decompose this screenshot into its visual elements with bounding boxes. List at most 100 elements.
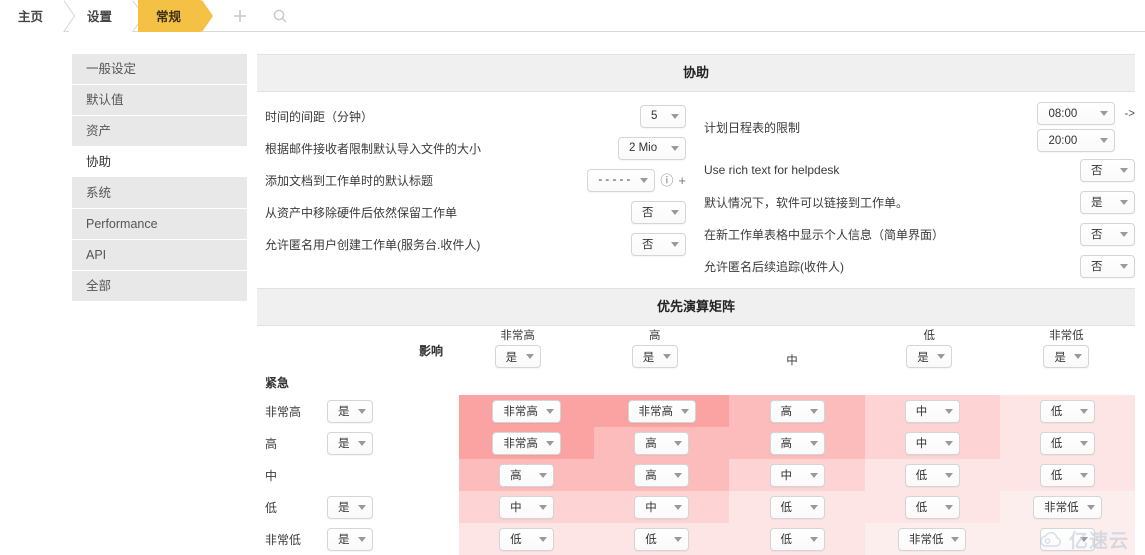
priority-matrix: 影响 非常高是高是中低是非常低是 紧急 非常高是非常高 非常高高中低高是非常高高高中… xyxy=(257,326,1136,555)
setting-label: 时间的间距（分钟） xyxy=(265,109,374,124)
matrix-row-enable-select[interactable]: 是 xyxy=(327,399,373,423)
matrix-row-enable-select[interactable]: 是 xyxy=(327,431,373,455)
matrix-priority-select[interactable]: 高 xyxy=(769,431,825,455)
matrix-priority-select-value: 低 xyxy=(915,502,928,514)
time-end-select[interactable]: 20:00 xyxy=(1037,129,1116,152)
search-icon[interactable] xyxy=(271,7,289,25)
matrix-priority-select[interactable]: 高 xyxy=(499,463,555,487)
setting-select[interactable]: 2 Mio xyxy=(618,136,686,160)
matrix-priority-select[interactable]: 非常低 xyxy=(1033,495,1102,519)
setting-select-value: 否 xyxy=(1091,165,1103,177)
matrix-priority-select[interactable]: 低 xyxy=(769,495,825,519)
matrix-cell-5-5 xyxy=(999,523,1136,555)
matrix-priority-select[interactable] xyxy=(1039,527,1095,551)
matrix-priority-select-value: 中 xyxy=(915,406,928,418)
plus-icon[interactable] xyxy=(231,7,249,25)
chevron-down-icon xyxy=(944,440,953,446)
matrix-priority-select[interactable]: 非常高 xyxy=(627,399,697,423)
matrix-priority-select[interactable]: 高 xyxy=(634,463,690,487)
matrix-column-enable-select[interactable]: 是 xyxy=(631,345,678,368)
matrix-column-enable-select-value: 是 xyxy=(1054,351,1066,364)
setting-row: 时间的间距（分钟） 5 xyxy=(257,100,686,132)
matrix-priority-select[interactable]: 非常低 xyxy=(897,527,967,551)
matrix-row-5: 非常低 是 低 低 低 非常低 xyxy=(257,523,1136,555)
matrix-priority-select-value: 中 xyxy=(510,502,522,514)
sidebar-item-3[interactable]: 资产 xyxy=(72,116,247,147)
setting-select[interactable]: 是 xyxy=(1080,190,1135,214)
setting-row: 根据邮件接收者限制默认导入文件的大小 2 Mio xyxy=(257,132,686,164)
matrix-priority-select[interactable]: 非常高 xyxy=(492,431,561,455)
sidebar-item-1[interactable]: 一般设定 xyxy=(72,54,247,85)
setting-select[interactable]: 否 xyxy=(1080,158,1135,182)
matrix-column-enable-select[interactable]: 是 xyxy=(1043,345,1090,368)
matrix-priority-select[interactable]: 中 xyxy=(904,431,960,455)
sidebar-item-5[interactable]: 系统 xyxy=(72,178,247,209)
setting-select[interactable]: 否 xyxy=(1080,222,1135,246)
sidebar-item-2[interactable]: 默认值 xyxy=(72,85,247,116)
matrix-priority-select[interactable]: 低 xyxy=(499,527,555,551)
sidebar-item-8[interactable]: 全部 xyxy=(72,271,247,302)
matrix-priority-select-value: 高 xyxy=(510,470,522,482)
breadcrumb-bar: 主页 设置 常规 xyxy=(0,0,1145,32)
matrix-column-enable-select[interactable]: 是 xyxy=(906,345,953,368)
matrix-column-header-2: 高是 xyxy=(586,326,723,368)
breadcrumb-item-2[interactable]: 设置 xyxy=(69,0,145,32)
setting-control: 08:00 -> 20:00 xyxy=(1037,102,1135,152)
setting-select[interactable]: 否 xyxy=(631,232,686,256)
breadcrumb-item-3[interactable]: 常规 xyxy=(138,0,214,32)
setting-select[interactable]: 5 xyxy=(640,104,686,128)
matrix-priority-select[interactable]: 中 xyxy=(634,495,690,519)
matrix-row-enable-select[interactable]: 是 xyxy=(327,495,373,519)
chevron-down-icon xyxy=(671,145,679,151)
time-start-select-value: 08:00 xyxy=(1048,107,1078,120)
setting-select-value: 5 xyxy=(651,110,658,122)
info-icon[interactable]: ⓘ xyxy=(660,174,673,187)
matrix-cell-5-4: 非常低 xyxy=(864,523,1000,555)
matrix-priority-select-value: 非常低 xyxy=(1044,502,1079,514)
chevron-down-icon xyxy=(809,408,818,414)
chevron-down-icon xyxy=(671,209,679,215)
matrix-priority-select[interactable]: 高 xyxy=(769,399,825,423)
chevron-down-icon xyxy=(1079,440,1088,446)
setting-select[interactable]: 否 xyxy=(1080,254,1135,278)
matrix-priority-select[interactable]: 低 xyxy=(769,527,825,551)
sidebar-item-6[interactable]: Performance xyxy=(72,209,247,240)
matrix-cell-1-3: 高 xyxy=(729,395,865,427)
setting-control: 否 xyxy=(631,232,686,256)
matrix-priority-select[interactable]: 中 xyxy=(904,399,960,423)
matrix-row-enable-select-value: 是 xyxy=(338,502,350,514)
matrix-priority-select[interactable]: 低 xyxy=(904,495,960,519)
chevron-down-icon xyxy=(1120,199,1128,205)
matrix-cell-3-5: 低 xyxy=(999,459,1136,491)
chevron-down-icon xyxy=(937,354,946,359)
sidebar-item-7[interactable]: API xyxy=(72,240,247,271)
matrix-priority-select[interactable]: 低 xyxy=(1039,463,1095,487)
matrix-priority-select[interactable]: 低 xyxy=(1039,399,1095,423)
setting-row: 从资产中移除硬件后依然保留工作单 否 xyxy=(257,196,686,228)
chevron-down-icon xyxy=(662,354,671,359)
add-icon[interactable]: + xyxy=(678,174,686,187)
matrix-priority-select[interactable]: 低 xyxy=(904,463,960,487)
setting-select[interactable]: - - - - - xyxy=(587,168,656,192)
matrix-row-label: 中 xyxy=(265,468,278,483)
matrix-priority-select[interactable]: 中 xyxy=(769,463,825,487)
setting-row: Use rich text for helpdesk 否 xyxy=(696,154,1135,186)
breadcrumb-item-1[interactable]: 主页 xyxy=(0,0,76,32)
matrix-row-label: 高 xyxy=(265,436,278,451)
sidebar-item-4[interactable]: 协助 xyxy=(72,147,247,178)
matrix-column-enable-select[interactable]: 是 xyxy=(494,345,541,368)
matrix-cell-1-5: 低 xyxy=(999,395,1136,427)
matrix-priority-select[interactable]: 低 xyxy=(634,527,690,551)
matrix-priority-select-value: 高 xyxy=(645,438,657,450)
matrix-row-enable-select-value: 是 xyxy=(338,438,350,450)
setting-select[interactable]: 否 xyxy=(631,200,686,224)
matrix-priority-select[interactable]: 非常高 xyxy=(492,399,561,423)
time-start-select[interactable]: 08:00 xyxy=(1037,102,1116,125)
matrix-row-enable-select[interactable]: 是 xyxy=(327,527,373,551)
matrix-priority-select[interactable]: 低 xyxy=(1039,431,1095,455)
matrix-priority-select[interactable]: 高 xyxy=(634,431,690,455)
chevron-down-icon xyxy=(809,440,818,446)
chevron-down-icon xyxy=(809,504,818,510)
matrix-priority-select[interactable]: 中 xyxy=(499,495,555,519)
matrix-header-row: 影响 非常高是高是中低是非常低是 xyxy=(257,326,1135,368)
